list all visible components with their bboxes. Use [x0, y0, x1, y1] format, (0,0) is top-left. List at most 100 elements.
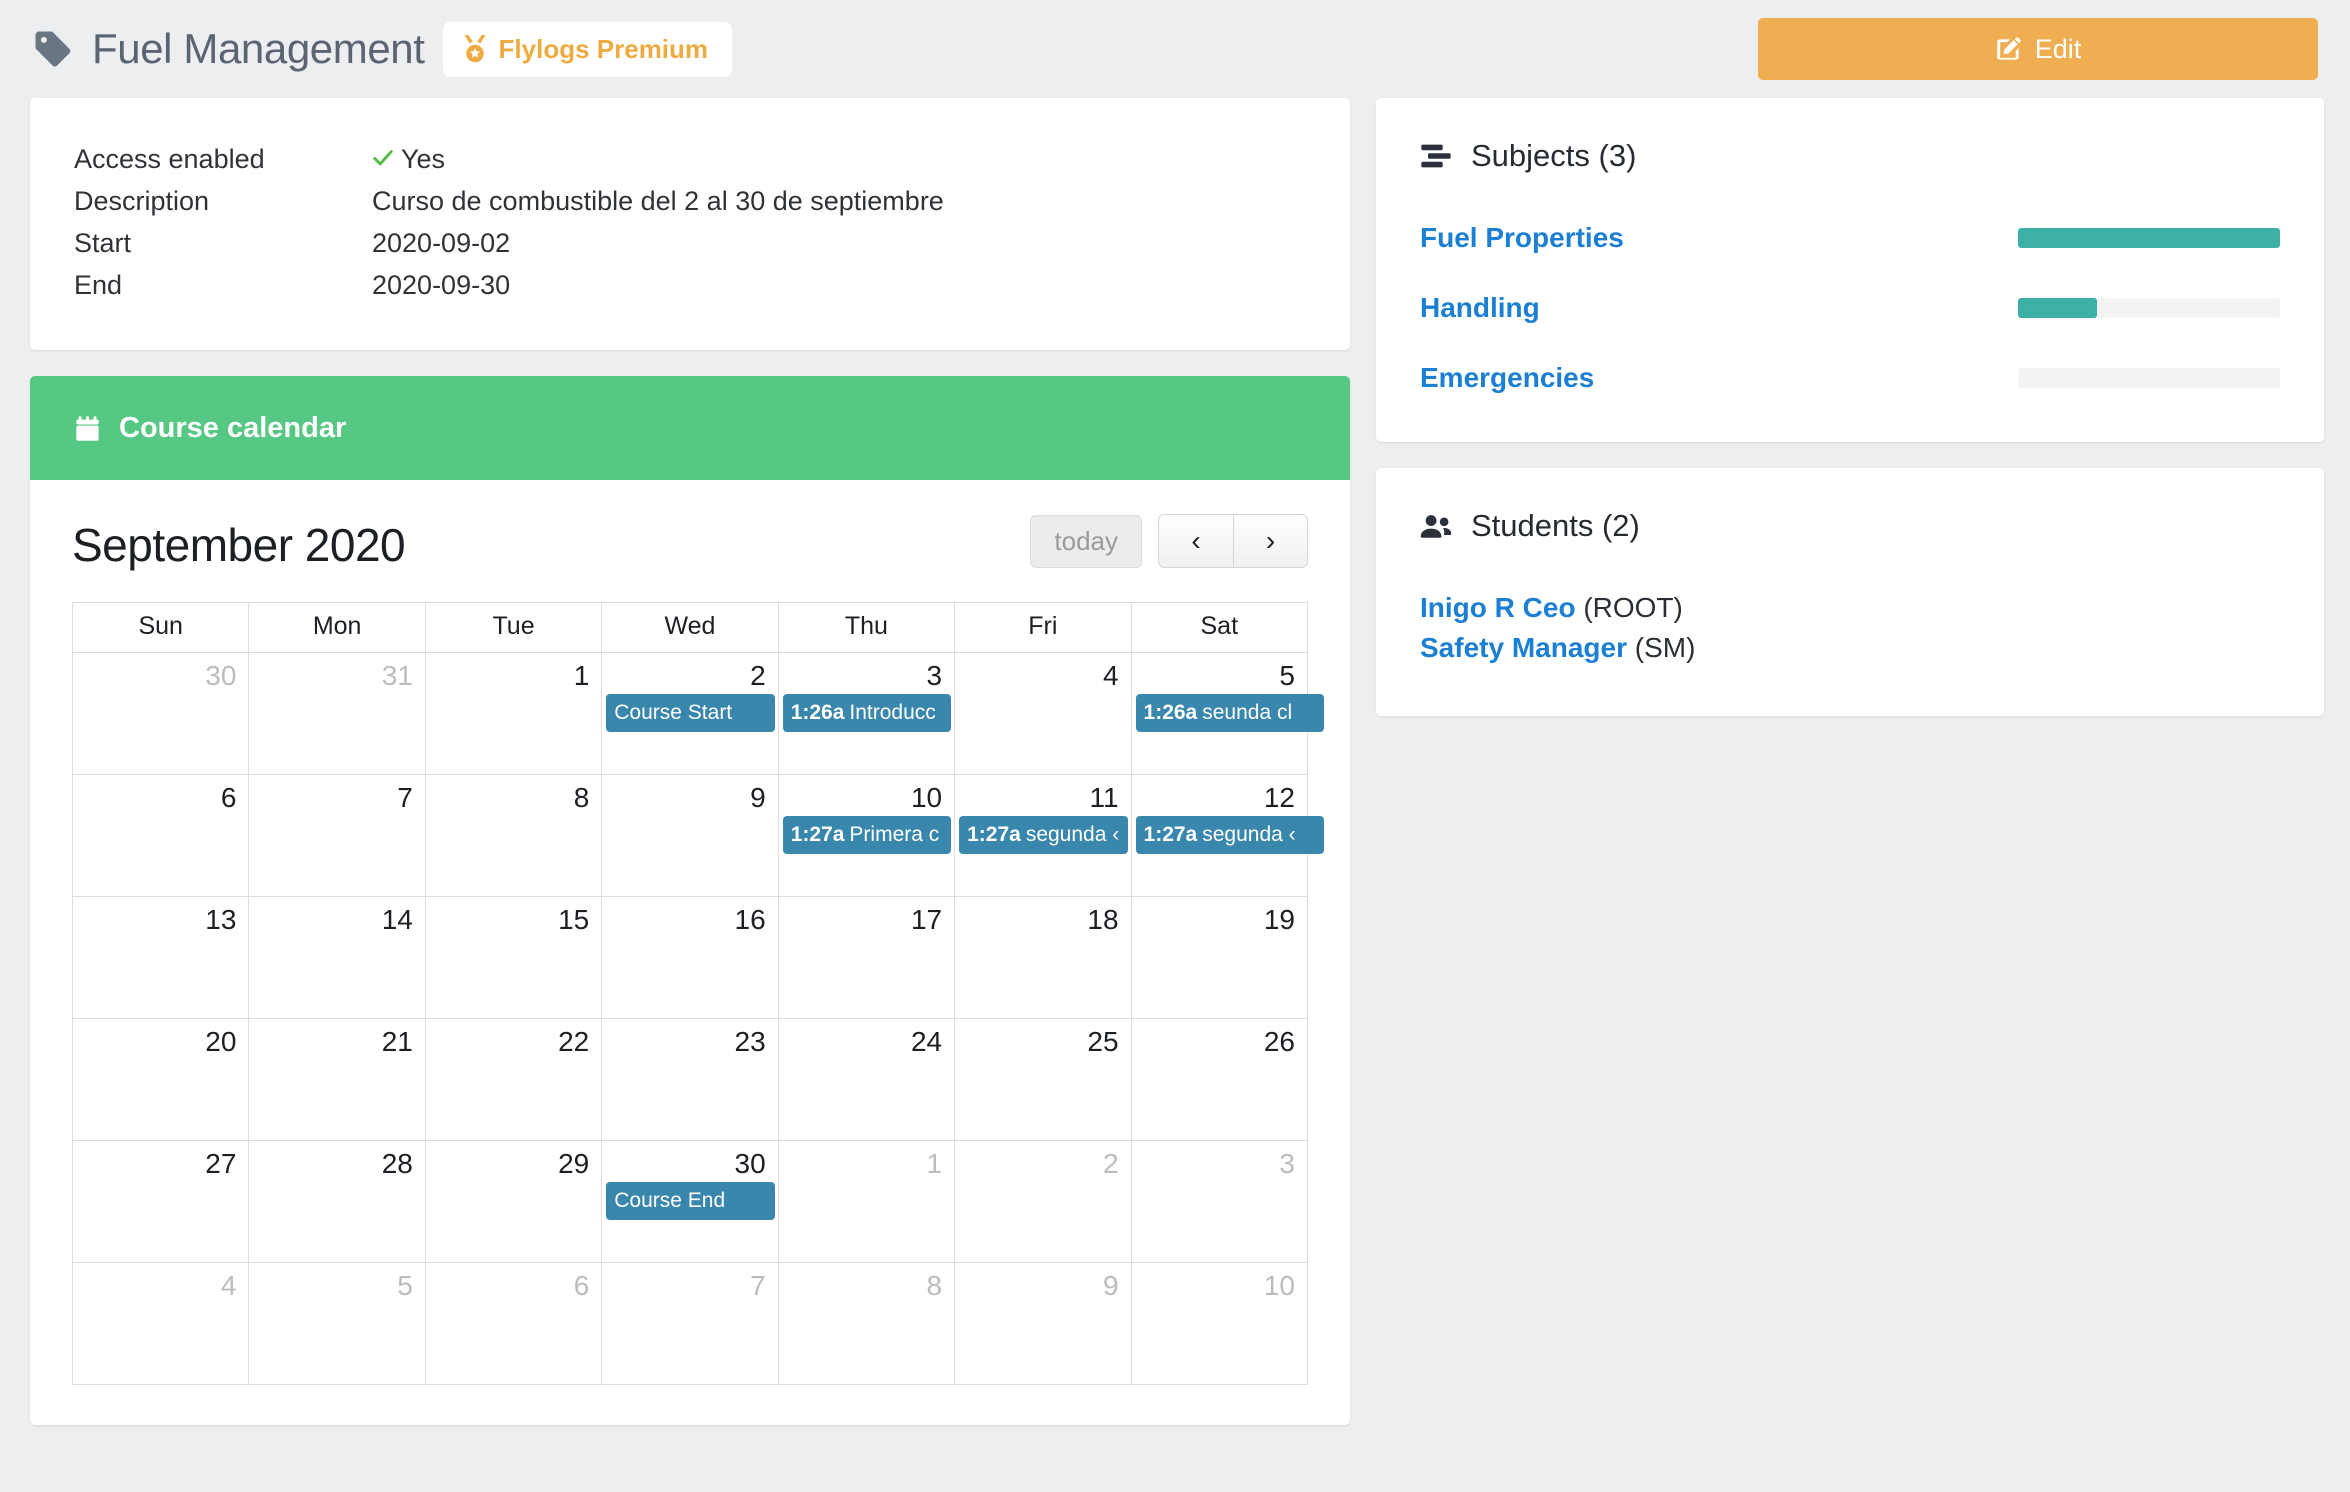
subject-row: Handling [1420, 292, 2280, 324]
calendar-nav-group: ‹ › [1158, 514, 1308, 568]
calendar-day-cell[interactable]: 5 [248, 1262, 426, 1385]
calendar-day-cell[interactable]: 24 [777, 1018, 956, 1141]
calendar-day-cell[interactable]: 27 [71, 1140, 250, 1263]
subject-link[interactable]: Fuel Properties [1420, 222, 2018, 254]
content-columns: Access enabled Yes Description Curso de … [30, 98, 2324, 1425]
subject-progress-fill [2018, 228, 2280, 248]
calendar-day-number: 23 [734, 1026, 766, 1057]
calendar-card-title: Course calendar [119, 411, 347, 444]
calendar-day-cell[interactable]: 16 [601, 896, 779, 1019]
calendar-day-cell[interactable]: 26 [1130, 1018, 1309, 1141]
calendar-day-cell[interactable]: 13 [71, 896, 250, 1019]
student-link[interactable]: Safety Manager [1420, 632, 1627, 663]
calendar-day-cell[interactable]: 1 [777, 1140, 956, 1263]
info-value: Curso de combustible del 2 al 30 de sept… [372, 186, 944, 216]
calendar-controls: today ‹ › [1030, 514, 1308, 568]
calendar-day-cell[interactable]: 10 [1130, 1262, 1309, 1385]
calendar-day-cell[interactable]: 20 [71, 1018, 250, 1141]
calendar-day-cell[interactable]: 25 [954, 1018, 1132, 1141]
student-link[interactable]: Inigo R Ceo [1420, 592, 1576, 623]
calendar-day-cell[interactable]: 5 1:26a seunda cl [1130, 652, 1325, 775]
calendar-day-number: 31 [381, 660, 413, 691]
calendar-day-cell[interactable]: 9 [954, 1262, 1132, 1385]
calendar-prev-button[interactable]: ‹ [1159, 515, 1233, 567]
calendar-day-cell[interactable]: 18 [954, 896, 1132, 1019]
calendar-next-button[interactable]: › [1233, 515, 1307, 567]
calendar-day-cell[interactable]: 29 [424, 1140, 603, 1263]
calendar-day-events: 1:26a Introducc [779, 694, 954, 732]
calendar-week-row: 30 31 1 2 Course Start 3 1:26a Introducc 4 5 1:26a… [71, 652, 1325, 775]
calendar-day-cell[interactable]: 9 [601, 774, 779, 897]
calendar-day-cell[interactable]: 2 [954, 1140, 1132, 1263]
calendar-day-cell[interactable]: 22 [424, 1018, 603, 1141]
calendar-day-cell[interactable]: 2 Course Start [601, 652, 779, 775]
calendar-day-cell[interactable]: 31 [248, 652, 426, 775]
calendar-day-cell[interactable]: 3 1:26a Introducc [777, 652, 956, 775]
weekday-header-sat: Sat [1130, 602, 1309, 653]
calendar-day-number: 7 [750, 1270, 766, 1301]
edit-button-label: Edit [2034, 33, 2082, 64]
calendar-day-cell[interactable]: 6 [424, 1262, 603, 1385]
access-enabled-value: Yes [401, 144, 446, 174]
calendar-day-cell[interactable]: 7 [601, 1262, 779, 1385]
calendar-day-cell[interactable]: 6 [71, 774, 250, 897]
calendar-event[interactable]: 1:27a segunda ‹ [1135, 816, 1325, 854]
calendar-day-cell[interactable]: 4 [954, 652, 1132, 775]
premium-badge[interactable]: Flylogs Premium [442, 21, 733, 77]
weekday-header-thu: Thu [777, 602, 956, 653]
calendar-day-cell[interactable]: 30 [71, 652, 250, 775]
calendar-day-cell[interactable]: 14 [248, 896, 426, 1019]
calendar-day-number: 4 [220, 1270, 237, 1301]
calendar-day-cell[interactable]: 8 [777, 1262, 956, 1385]
calendar-day-cell[interactable]: 1 [424, 652, 603, 775]
page-title: Fuel Management [92, 25, 425, 72]
calendar-day-cell[interactable]: 17 [777, 896, 956, 1019]
calendar-day-number: 16 [734, 904, 766, 935]
calendar-day-cell[interactable]: 3 [1130, 1140, 1309, 1263]
calendar-day-cell[interactable]: 8 [424, 774, 603, 897]
calendar-event[interactable]: 1:27a Primera c [782, 816, 952, 854]
calendar-event[interactable]: 1:27a segunda ‹ [959, 816, 1128, 854]
calendar-grid: Sun Mon Tue Wed Thu Fri Sat 30 31 1 2 Course… [71, 602, 1325, 1385]
pencil-square-icon [1995, 36, 2022, 63]
calendar-day-number: 5 [1279, 660, 1295, 691]
calendar-day-cell[interactable]: 12 1:27a segunda ‹ [1130, 774, 1325, 897]
check-icon [372, 144, 401, 174]
info-label: Start [74, 228, 132, 258]
calendar-day-cell[interactable]: 10 1:27a Primera c [777, 774, 956, 897]
calendar-week-row: 20 21 22 23 24 25 26 [71, 1018, 1309, 1141]
calendar-day-cell[interactable]: 11 1:27a segunda ‹ [954, 774, 1132, 897]
info-label: Access enabled [74, 144, 265, 174]
info-value: 2020-09-02 [372, 228, 511, 258]
calendar-event[interactable]: 1:26a Introducc [782, 694, 952, 732]
calendar-day-cell[interactable]: 23 [601, 1018, 779, 1141]
calendar-today-button[interactable]: today [1030, 514, 1142, 568]
calendar-day-cell[interactable]: 30 Course End [601, 1140, 779, 1263]
weekday-header-wed: Wed [601, 602, 779, 653]
calendar-day-cell[interactable]: 15 [424, 896, 603, 1019]
subject-progress-track [2018, 298, 2280, 318]
users-icon [1420, 512, 1452, 540]
calendar-event-time: 1:27a [967, 823, 1021, 846]
tag-icon [32, 28, 74, 70]
calendar-day-cell[interactable]: 19 [1130, 896, 1309, 1019]
calendar-event[interactable]: Course End [606, 1182, 775, 1220]
calendar-day-number: 25 [1087, 1026, 1119, 1057]
calendar-day-events: Course Start [602, 694, 777, 732]
page-title-group: Fuel Management Flylogs Premium [32, 21, 733, 77]
calendar-card-header: Course calendar [30, 376, 1350, 480]
calendar-day-cell[interactable]: 28 [248, 1140, 426, 1263]
calendar-day-number: 9 [750, 782, 766, 813]
info-row-end: End 2020-09-30 [74, 264, 1306, 306]
subject-link[interactable]: Emergencies [1420, 362, 2018, 394]
calendar-event[interactable]: 1:26a seunda cl [1135, 694, 1325, 732]
calendar-event[interactable]: Course Start [606, 694, 775, 732]
calendar-event-time: 1:27a [790, 823, 845, 846]
edit-button[interactable]: Edit [1758, 18, 2318, 80]
calendar-day-cell[interactable]: 21 [248, 1018, 426, 1141]
calendar-day-cell[interactable]: 7 [248, 774, 426, 897]
calendar-day-cell[interactable]: 4 [71, 1262, 250, 1385]
calendar-week-row: 27 28 29 30 Course End 1 2 3 [71, 1140, 1309, 1263]
subject-link[interactable]: Handling [1420, 292, 2018, 324]
subject-progress-track [2018, 228, 2280, 248]
